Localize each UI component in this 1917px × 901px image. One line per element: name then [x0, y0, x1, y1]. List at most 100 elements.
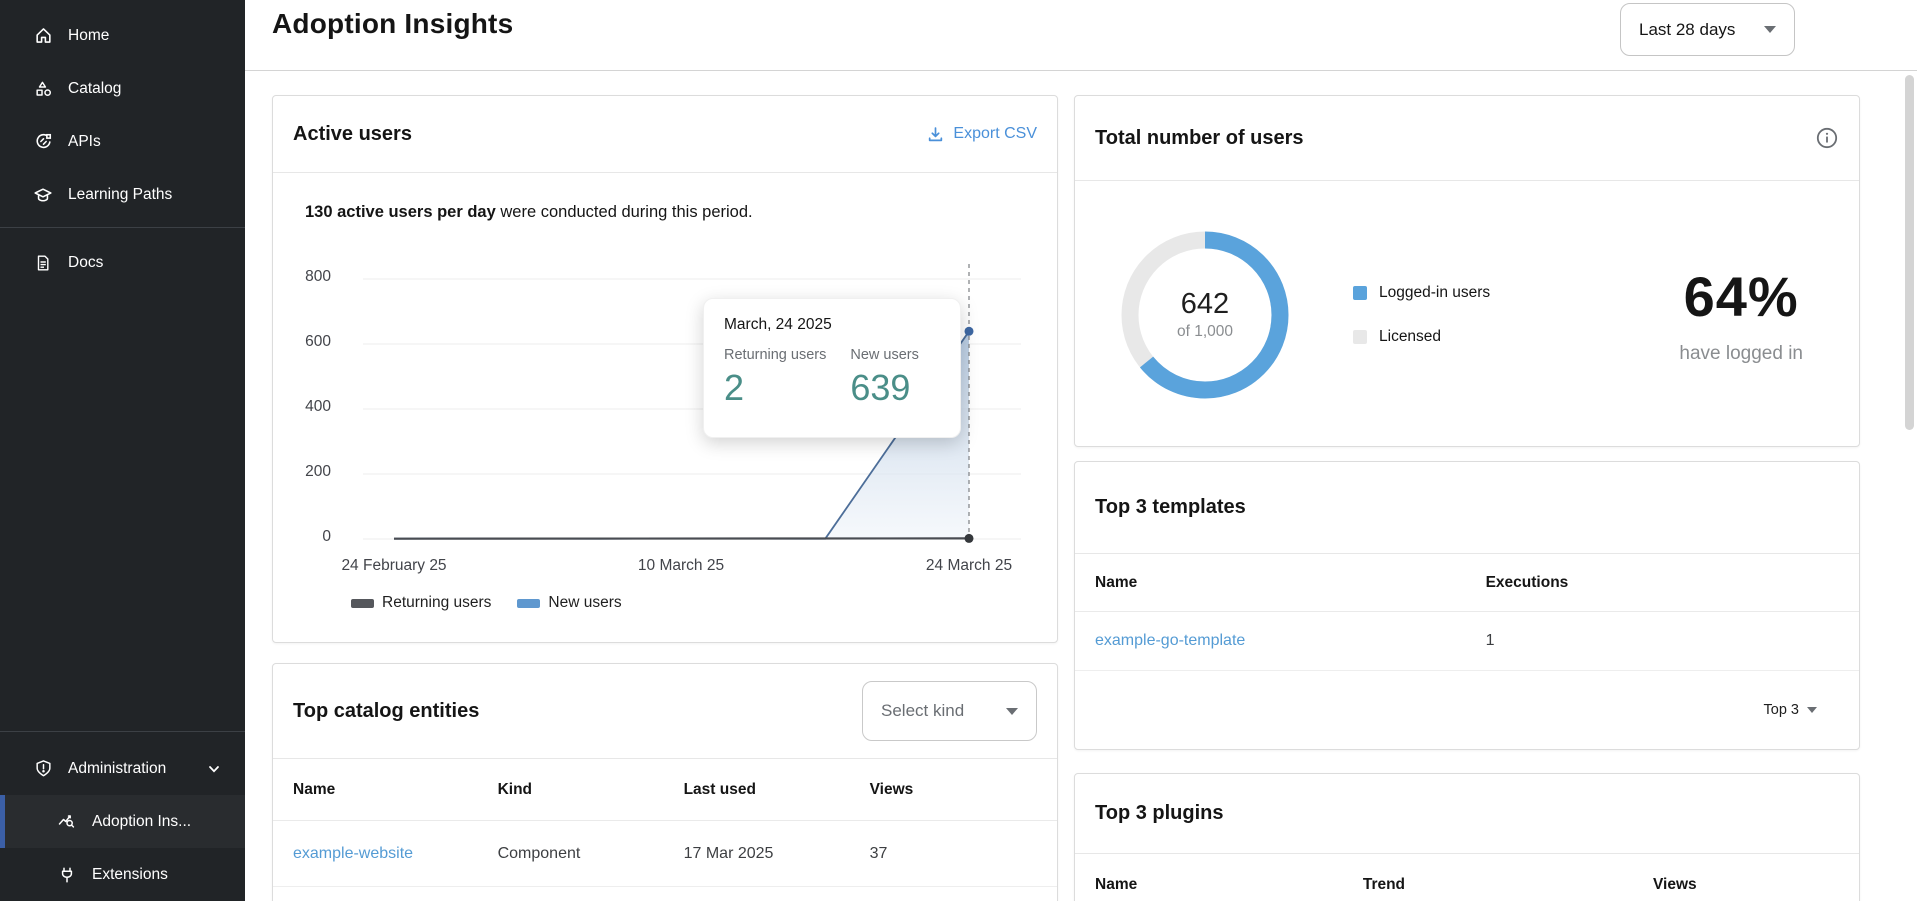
col-executions: Executions — [1486, 574, 1839, 592]
sidebar-item-apis[interactable]: APIs — [0, 115, 245, 168]
export-csv-label: Export CSV — [953, 125, 1037, 143]
col-views: Views — [870, 781, 1037, 799]
sidebar-divider-bottom — [0, 731, 245, 732]
sidebar-item-adoption-insights[interactable]: Adoption Ins... — [0, 795, 245, 848]
percent-subtext: have logged in — [1679, 343, 1803, 365]
sidebar-item-docs[interactable]: Docs — [0, 236, 245, 289]
page-header: Adoption Insights Last 28 days — [245, 0, 1917, 71]
col-last-used: Last used — [684, 781, 870, 799]
sidebar-item-label: Docs — [68, 254, 103, 272]
percent-value: 64% — [1679, 264, 1803, 329]
total-users-card: Total number of users 642 — [1074, 95, 1860, 447]
sidebar-admin-group: Administration Adoption Ins... Extension… — [0, 738, 245, 901]
logged-in-percent: 64% have logged in — [1679, 264, 1803, 365]
shield-icon — [33, 759, 53, 779]
y-tick-600: 600 — [273, 333, 331, 351]
tooltip-value: 2 — [724, 367, 826, 409]
card-title: Top catalog entities — [293, 700, 479, 723]
catalog-table-header: Name Kind Last used Views — [273, 759, 1057, 821]
legend-licensed: Licensed — [1353, 328, 1490, 346]
sidebar-item-label: Learning Paths — [68, 186, 172, 204]
main-content: Adoption Insights Last 28 days Active us… — [245, 0, 1917, 901]
chart-legend: Returning users New users — [351, 594, 622, 612]
docs-icon — [33, 253, 53, 273]
top-plugins-card: Top 3 plugins Name Trend Views — [1074, 773, 1860, 901]
dashboard-grid: Active users Export CSV 130 active users… — [245, 71, 1917, 901]
export-csv-button[interactable]: Export CSV — [927, 125, 1037, 143]
chart-tooltip: March, 24 2025 Returning users 2 New use… — [703, 298, 961, 438]
scrollbar-thumb[interactable] — [1905, 75, 1914, 430]
template-link[interactable]: example-go-template — [1095, 632, 1486, 650]
legend-label: Returning users — [382, 594, 491, 612]
date-range-value: Last 28 days — [1639, 20, 1735, 40]
tooltip-label: Returning users — [724, 347, 826, 363]
active-indicator — [0, 795, 5, 848]
info-icon[interactable] — [1815, 126, 1839, 150]
catalog-card-header: Top catalog entities Select kind — [273, 664, 1057, 759]
legend-swatch-licensed — [1353, 330, 1367, 344]
col-trend: Trend — [1363, 876, 1653, 894]
legend-swatch-logged-in — [1353, 286, 1367, 300]
legend-new-users: New users — [517, 594, 621, 612]
templates-table-header: Name Executions — [1075, 554, 1859, 612]
cell-views: 37 — [870, 845, 1037, 863]
sidebar-secondary-group: Docs — [0, 234, 245, 289]
cell-last-used: 17 Mar 2025 — [684, 845, 870, 863]
sidebar-item-learning-paths[interactable]: Learning Paths — [0, 168, 245, 221]
tooltip-returning-users: Returning users 2 — [724, 347, 826, 409]
right-column: Total number of users 642 — [1074, 95, 1860, 901]
sidebar-item-extensions[interactable]: Extensions — [0, 848, 245, 901]
chevron-down-icon[interactable] — [207, 762, 221, 776]
legend-logged-in: Logged-in users — [1353, 284, 1490, 302]
app-window: Home Catalog APIs Learning Paths — [0, 0, 1917, 901]
highlight-dot-bottom — [965, 534, 974, 543]
card-title: Top 3 templates — [1095, 496, 1246, 519]
donut-chart: 642 of 1,000 — [1119, 229, 1291, 401]
entity-link[interactable]: example-website — [293, 845, 498, 863]
sidebar-divider — [0, 227, 245, 228]
date-range-select[interactable]: Last 28 days — [1620, 3, 1795, 56]
top-templates-card: Top 3 templates Name Executions example-… — [1074, 461, 1860, 750]
total-users-card-header: Total number of users — [1075, 96, 1859, 181]
card-title: Active users — [293, 123, 412, 146]
sidebar-item-administration[interactable]: Administration — [0, 742, 245, 795]
donut-center-text: 642 of 1,000 — [1119, 229, 1291, 401]
x-label-middle: 10 March 25 — [601, 557, 761, 575]
legend-returning-users: Returning users — [351, 594, 491, 612]
total-users-body: 642 of 1,000 Logged-in users Lic — [1075, 181, 1859, 447]
plugins-card-header: Top 3 plugins — [1075, 774, 1859, 854]
active-users-card-header: Active users Export CSV — [273, 96, 1057, 173]
legend-label: New users — [548, 594, 621, 612]
tooltip-columns: Returning users 2 New users 639 — [724, 347, 940, 409]
x-label-end: 24 March 25 — [889, 557, 1049, 575]
home-icon — [33, 26, 53, 46]
table-row: example-go-template 1 — [1075, 612, 1859, 671]
y-tick-400: 400 — [273, 398, 331, 416]
page-title: Adoption Insights — [272, 8, 513, 40]
select-kind-placeholder: Select kind — [881, 701, 964, 721]
active-users-card: Active users Export CSV 130 active users… — [272, 95, 1058, 643]
summary-highlight: 130 active users per day — [305, 203, 496, 221]
col-name: Name — [293, 781, 498, 799]
cell-executions: 1 — [1486, 632, 1839, 650]
plug-icon — [57, 865, 77, 885]
sidebar-item-catalog[interactable]: Catalog — [0, 62, 245, 115]
sidebar: Home Catalog APIs Learning Paths — [0, 0, 245, 901]
y-tick-0: 0 — [273, 528, 331, 546]
api-icon — [33, 132, 53, 152]
sidebar-item-label: Home — [68, 27, 109, 45]
top-3-filter-dropdown[interactable]: Top 3 — [1075, 671, 1859, 749]
select-kind-dropdown[interactable]: Select kind — [862, 681, 1037, 741]
insights-icon — [57, 812, 77, 832]
templates-card-header: Top 3 templates — [1075, 462, 1859, 554]
sidebar-item-label: Extensions — [92, 866, 168, 884]
left-column: Active users Export CSV 130 active users… — [272, 95, 1058, 901]
tooltip-value: 639 — [850, 367, 919, 409]
tooltip-date: March, 24 2025 — [724, 316, 940, 334]
card-title: Top 3 plugins — [1095, 802, 1224, 825]
sidebar-item-home[interactable]: Home — [0, 9, 245, 62]
legend-label: Licensed — [1379, 328, 1441, 346]
catalog-icon — [33, 79, 53, 99]
sidebar-main-group: Home Catalog APIs Learning Paths — [0, 0, 245, 221]
active-users-chart[interactable]: 800 600 400 200 0 24 February 25 10 Marc… — [273, 252, 1057, 627]
